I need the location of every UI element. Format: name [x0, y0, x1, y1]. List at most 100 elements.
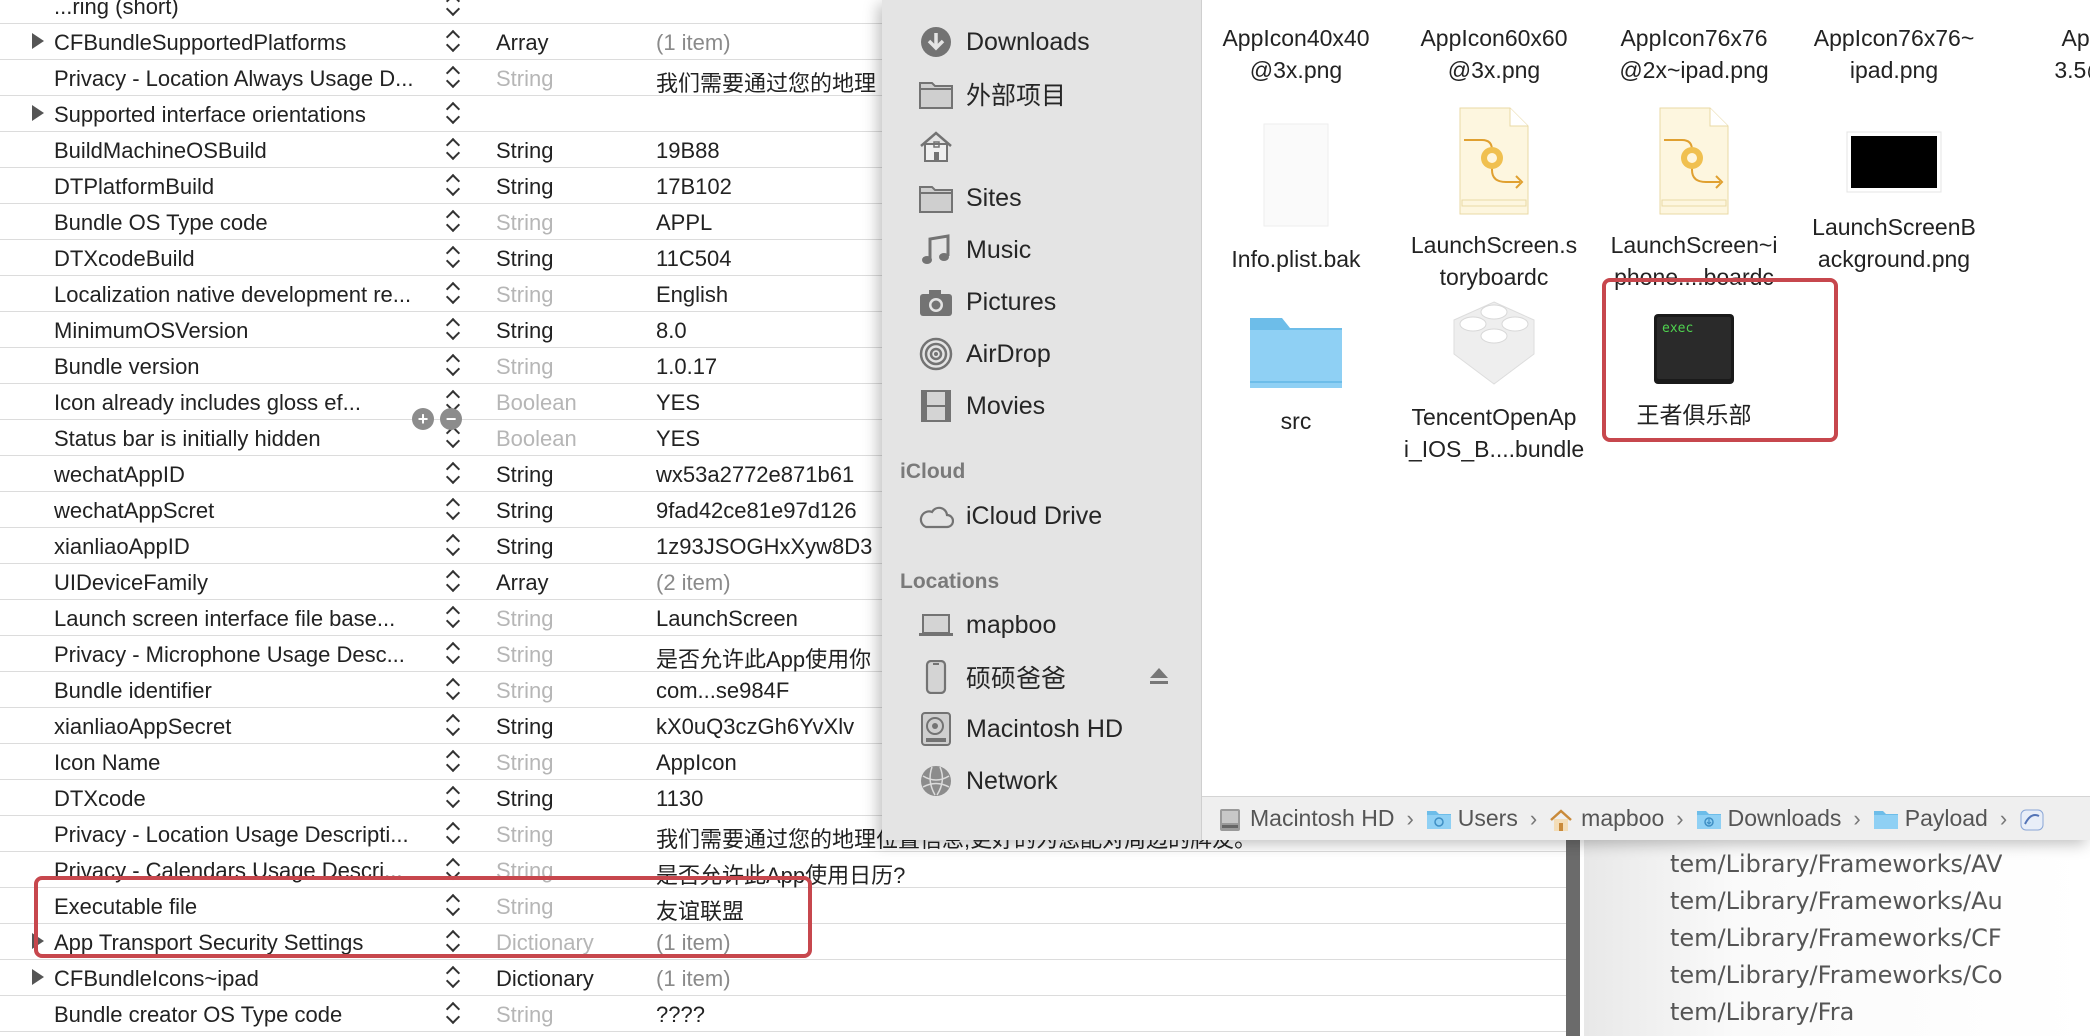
disclosure-triangle-icon[interactable]	[32, 969, 44, 985]
add-row-button[interactable]: +	[412, 408, 434, 430]
type-stepper-icon[interactable]	[445, 206, 464, 236]
file-item[interactable]: Info.plist.bak	[1196, 120, 1396, 275]
plist-key[interactable]: Bundle creator OS Type code	[54, 1002, 342, 1028]
file-item[interactable]: LaunchScreenB ackground.png	[1794, 128, 1994, 275]
plist-value[interactable]: (2 item)	[656, 570, 731, 596]
type-stepper-icon[interactable]	[445, 998, 464, 1028]
eject-icon[interactable]	[1150, 668, 1168, 686]
plist-type[interactable]: String	[496, 606, 553, 632]
file-item[interactable]: TencentOpenAp i_IOS_B....bundle	[1394, 298, 1594, 465]
plist-type[interactable]: String	[496, 822, 553, 848]
type-stepper-icon[interactable]	[445, 98, 464, 128]
type-stepper-icon[interactable]	[445, 962, 464, 992]
plist-type[interactable]: String	[496, 210, 553, 236]
plist-key[interactable]: MinimumOSVersion	[54, 318, 248, 344]
sidebar-item[interactable]: Downloads	[918, 22, 1090, 62]
path-crumb[interactable]: Users	[1426, 805, 1518, 832]
type-stepper-icon[interactable]	[445, 530, 464, 560]
plist-type[interactable]: Array	[496, 570, 549, 596]
plist-value[interactable]: ????	[656, 1002, 705, 1028]
sidebar-item[interactable]: Network	[918, 761, 1058, 801]
sidebar-item[interactable]: 外部项目	[918, 74, 1066, 114]
plist-type[interactable]: String	[496, 750, 553, 776]
path-crumb[interactable]: Payload	[1873, 805, 1988, 832]
plist-key[interactable]: DTXcode	[54, 786, 146, 812]
plist-value[interactable]: (1 item)	[656, 966, 731, 992]
type-stepper-icon[interactable]	[445, 350, 464, 380]
plist-type[interactable]: String	[496, 354, 553, 380]
plist-key[interactable]: Status bar is initially hidden	[54, 426, 321, 452]
plist-key[interactable]: Icon already includes gloss ef...	[54, 390, 361, 416]
type-stepper-icon[interactable]	[445, 638, 464, 668]
plist-key[interactable]: DTXcodeBuild	[54, 246, 195, 272]
plist-key[interactable]: Privacy - Location Usage Descripti...	[54, 822, 409, 848]
plist-value[interactable]: 我们需要通过您的地理	[656, 66, 876, 98]
type-stepper-icon[interactable]	[445, 134, 464, 164]
plist-type[interactable]: Array	[496, 30, 549, 56]
path-crumb[interactable]: Downloads	[1696, 805, 1841, 832]
plist-key[interactable]: Bundle OS Type code	[54, 210, 268, 236]
plist-value[interactable]: 8.0	[656, 318, 687, 344]
plist-type[interactable]: String	[496, 498, 553, 524]
plist-value[interactable]: YES	[656, 426, 700, 452]
sidebar-item[interactable]: 硕硕爸爸	[918, 657, 1066, 697]
type-stepper-icon[interactable]	[445, 26, 464, 56]
file-item[interactable]: App 3.5@	[1982, 22, 2090, 86]
plist-value[interactable]: 是否允许此App使用你	[656, 642, 871, 674]
plist-key[interactable]: DTPlatformBuild	[54, 174, 214, 200]
plist-type[interactable]: String	[496, 66, 553, 92]
sidebar-item[interactable]: iCloud Drive	[918, 496, 1102, 536]
plist-value[interactable]: 11C504	[656, 246, 731, 272]
plist-key[interactable]: Launch screen interface file base...	[54, 606, 395, 632]
plist-type[interactable]: String	[496, 642, 553, 668]
plist-key[interactable]: Privacy - Location Always Usage D...	[54, 66, 413, 92]
plist-type[interactable]: String	[496, 174, 553, 200]
file-item[interactable]: AppIcon76x76 @2x~ipad.png	[1594, 22, 1794, 86]
plist-key[interactable]: CFBundleSupportedPlatforms	[54, 30, 346, 56]
plist-value[interactable]: com...se984F	[656, 678, 789, 704]
plist-key[interactable]: xianliaoAppID	[54, 534, 190, 560]
plist-key[interactable]: UIDeviceFamily	[54, 570, 208, 596]
plist-row[interactable]: CFBundleIcons~ipad Dictionary (1 item)	[0, 960, 1580, 996]
type-stepper-icon[interactable]	[445, 62, 464, 92]
sidebar-item[interactable]: Sites	[918, 178, 1022, 218]
plist-value[interactable]: YES	[656, 390, 700, 416]
sidebar-item[interactable]	[918, 126, 966, 166]
plist-key[interactable]: Supported interface orientations	[54, 102, 366, 128]
plist-type[interactable]: String	[496, 786, 553, 812]
file-item[interactable]: AppIcon60x60 @3x.png	[1394, 22, 1594, 86]
plist-key[interactable]: Localization native development re...	[54, 282, 411, 308]
plist-value[interactable]: 17B102	[656, 174, 732, 200]
plist-value[interactable]: wx53a2772e871b61	[656, 462, 854, 488]
type-stepper-icon[interactable]	[445, 494, 464, 524]
plist-type[interactable]: Boolean	[496, 390, 577, 416]
plist-type[interactable]: String	[496, 282, 553, 308]
type-stepper-icon[interactable]	[445, 818, 464, 848]
path-crumb[interactable]: mapboo	[1549, 805, 1664, 832]
type-stepper-icon[interactable]	[445, 782, 464, 812]
plist-key[interactable]: ...ring (short)	[54, 0, 179, 20]
plist-key[interactable]: Icon Name	[54, 750, 160, 776]
sidebar-item[interactable]: Pictures	[918, 282, 1056, 322]
plist-key[interactable]: wechatAppID	[54, 462, 185, 488]
sidebar-item[interactable]: Music	[918, 230, 1031, 270]
file-item[interactable]: AppIcon40x40 @3x.png	[1196, 22, 1396, 86]
type-stepper-icon[interactable]	[445, 710, 464, 740]
plist-type[interactable]: String	[496, 678, 553, 704]
path-crumb[interactable]	[2019, 808, 2044, 830]
plist-row[interactable]: Bundle creator OS Type code String????	[0, 996, 1580, 1032]
plist-value[interactable]: 19B88	[656, 138, 720, 164]
plist-key[interactable]: CFBundleIcons~ipad	[54, 966, 259, 992]
plist-type[interactable]: String	[496, 714, 553, 740]
plist-key[interactable]: BuildMachineOSBuild	[54, 138, 267, 164]
disclosure-triangle-icon[interactable]	[32, 33, 44, 49]
type-stepper-icon[interactable]	[445, 0, 464, 20]
plist-type[interactable]: String	[496, 462, 553, 488]
type-stepper-icon[interactable]	[445, 170, 464, 200]
sidebar-item[interactable]: mapboo	[918, 605, 1056, 645]
type-stepper-icon[interactable]	[445, 566, 464, 596]
sidebar-item[interactable]: Macintosh HD	[918, 709, 1123, 749]
plist-type[interactable]: Boolean	[496, 426, 577, 452]
plist-key[interactable]: Bundle version	[54, 354, 200, 380]
plist-type[interactable]: String	[496, 318, 553, 344]
